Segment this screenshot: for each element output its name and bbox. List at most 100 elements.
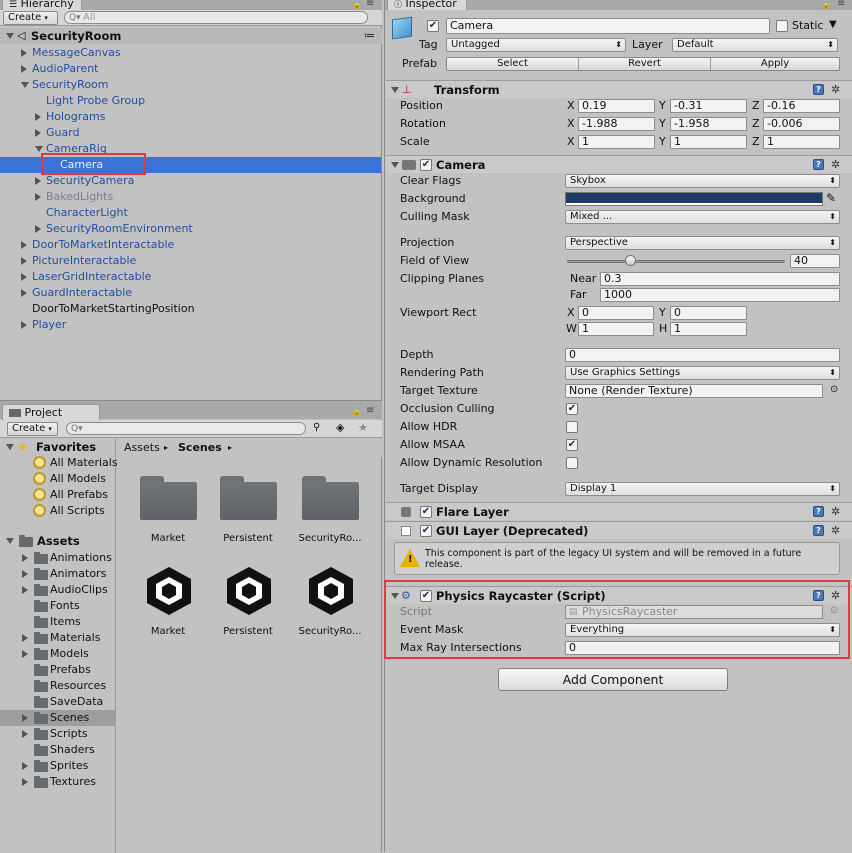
collapse-arrow[interactable] <box>391 87 399 93</box>
expand-arrow[interactable] <box>22 730 28 738</box>
prefab-apply-button[interactable]: Apply <box>711 58 839 70</box>
collapse-arrow[interactable] <box>21 82 29 88</box>
vp-x-field[interactable]: 0 <box>578 306 654 320</box>
create-button[interactable]: Create ▾ <box>3 11 58 25</box>
occlusion-culling-checkbox[interactable]: ✔ <box>566 403 578 415</box>
filter-type-icon[interactable]: ⚲ <box>313 422 320 433</box>
hierarchy-item[interactable]: DoorToMarketStartingPosition <box>0 301 381 317</box>
expand-arrow[interactable] <box>35 225 41 233</box>
expand-arrow[interactable] <box>22 586 28 594</box>
scene-menu-icon[interactable]: ≔ <box>364 28 375 44</box>
gear-icon[interactable]: ✲ <box>831 159 840 170</box>
prefab-select-button[interactable]: Select <box>447 58 579 70</box>
panel-menu-icon[interactable]: ≡ <box>837 0 845 9</box>
lock-icon[interactable]: 🔒 <box>352 0 362 9</box>
allow-dynamic-resolution-checkbox[interactable] <box>566 457 578 469</box>
expand-arrow[interactable] <box>35 113 41 121</box>
gear-icon[interactable]: ✲ <box>831 506 840 517</box>
favorites-item[interactable]: All Models <box>0 471 116 487</box>
vp-w-field[interactable]: 1 <box>578 322 654 336</box>
lock-icon[interactable]: 🔒 <box>821 0 831 9</box>
favorites-header[interactable]: ★ Favorites <box>0 439 116 455</box>
collapse-arrow[interactable] <box>35 146 43 152</box>
vp-y-field[interactable]: 0 <box>670 306 747 320</box>
gui-layer-checkbox[interactable]: ✔ <box>420 525 432 537</box>
vp-h-field[interactable]: 1 <box>670 322 747 336</box>
asset-folder-item[interactable]: Prefabs <box>0 662 116 678</box>
add-component-button[interactable]: Add Component <box>498 668 728 691</box>
asset-folder-item[interactable]: Sprites <box>0 758 116 774</box>
expand-arrow[interactable] <box>22 634 28 642</box>
static-dropdown-icon[interactable]: ▼ <box>829 19 837 30</box>
transform-scale-x-field[interactable]: 1 <box>578 135 655 149</box>
unity-scene-icon[interactable] <box>303 563 359 619</box>
transform-position-y-field[interactable]: -0.31 <box>670 99 747 113</box>
hierarchy-item[interactable]: AudioParent <box>0 61 381 77</box>
assets-header[interactable]: Assets <box>0 533 116 549</box>
gui-layer-header[interactable]: ✔ GUI Layer (Deprecated) ? ✲ <box>386 521 852 539</box>
hierarchy-tab[interactable]: ☰ Hierarchy <box>2 0 82 10</box>
hierarchy-item[interactable]: Player <box>0 317 381 333</box>
asset-folder-item[interactable]: Animations <box>0 550 116 566</box>
asset-folder-item[interactable]: Textures <box>0 774 116 790</box>
depth-field[interactable]: 0 <box>565 348 840 362</box>
scene-header[interactable]: ◁ SecurityRoom ≔ <box>0 28 382 44</box>
expand-arrow[interactable] <box>21 49 27 57</box>
object-name-field[interactable]: Camera <box>446 18 770 34</box>
expand-arrow[interactable] <box>21 321 27 329</box>
object-picker-icon[interactable]: ⊙ <box>830 384 838 395</box>
collapse-arrow[interactable] <box>6 538 14 544</box>
expand-arrow[interactable] <box>21 289 27 297</box>
hierarchy-item[interactable]: PictureInteractable <box>0 253 381 269</box>
expand-arrow[interactable] <box>21 65 27 73</box>
breadcrumb-assets[interactable]: Assets <box>124 439 160 457</box>
inspector-tab[interactable]: ⓘ Inspector <box>387 0 467 10</box>
panel-menu-icon[interactable]: ≡ <box>366 405 374 416</box>
asset-folder-item[interactable]: Fonts <box>0 598 116 614</box>
collapse-arrow[interactable] <box>6 33 14 39</box>
hierarchy-item[interactable]: CharacterLight <box>0 205 381 221</box>
hierarchy-item[interactable]: SecurityRoomEnvironment <box>0 221 381 237</box>
help-icon[interactable]: ? <box>813 506 824 517</box>
help-icon[interactable]: ? <box>813 159 824 170</box>
far-field[interactable]: 1000 <box>600 288 840 302</box>
transform-scale-y-field[interactable]: 1 <box>670 135 747 149</box>
expand-arrow[interactable] <box>21 241 27 249</box>
transform-position-x-field[interactable]: 0.19 <box>578 99 655 113</box>
clear-flags-dropdown[interactable]: Skybox ⬍ <box>565 174 840 188</box>
expand-arrow[interactable] <box>22 714 28 722</box>
active-checkbox[interactable]: ✔ <box>427 20 439 32</box>
hierarchy-item[interactable]: SecurityCamera <box>0 173 381 189</box>
help-icon[interactable]: ? <box>813 84 824 95</box>
hierarchy-item[interactable]: MessageCanvas <box>0 45 381 61</box>
collapse-arrow[interactable] <box>391 162 399 168</box>
projection-dropdown[interactable]: Perspective ⬍ <box>565 236 840 250</box>
favorites-item[interactable]: All Materials <box>0 455 118 471</box>
fov-field[interactable]: 40 <box>790 254 840 268</box>
asset-folder-item[interactable]: Shaders <box>0 742 116 758</box>
expand-arrow[interactable] <box>21 273 27 281</box>
unity-scene-icon[interactable] <box>141 563 197 619</box>
favorite-star-icon[interactable]: ★ <box>358 421 368 434</box>
hierarchy-item[interactable]: DoorToMarketInteractable <box>0 237 381 253</box>
target-display-dropdown[interactable]: Display 1 ⬍ <box>565 482 840 496</box>
asset-folder-item[interactable]: SaveData <box>0 694 116 710</box>
create-button[interactable]: Create ▾ <box>7 422 58 436</box>
folder-asset-icon[interactable] <box>140 476 197 520</box>
asset-folder-item[interactable]: Items <box>0 614 116 630</box>
flare-layer-checkbox[interactable]: ✔ <box>420 506 432 518</box>
lock-icon[interactable]: 🔒 <box>352 407 362 416</box>
help-icon[interactable]: ? <box>813 525 824 536</box>
hierarchy-item[interactable]: SecurityRoom <box>0 77 381 93</box>
expand-arrow[interactable] <box>22 570 28 578</box>
breadcrumb-scenes[interactable]: Scenes <box>178 439 222 457</box>
transform-rotation-z-field[interactable]: -0.006 <box>763 117 840 131</box>
static-checkbox[interactable] <box>776 20 788 32</box>
asset-folder-item[interactable]: Materials <box>0 630 116 646</box>
asset-folder-item[interactable]: Animators <box>0 566 116 582</box>
transform-rotation-y-field[interactable]: -1.958 <box>670 117 747 131</box>
favorites-item[interactable]: All Prefabs <box>0 487 116 503</box>
unity-scene-icon[interactable] <box>221 563 277 619</box>
fov-slider-track[interactable] <box>567 260 785 263</box>
hierarchy-item[interactable]: Light Probe Group <box>0 93 381 109</box>
